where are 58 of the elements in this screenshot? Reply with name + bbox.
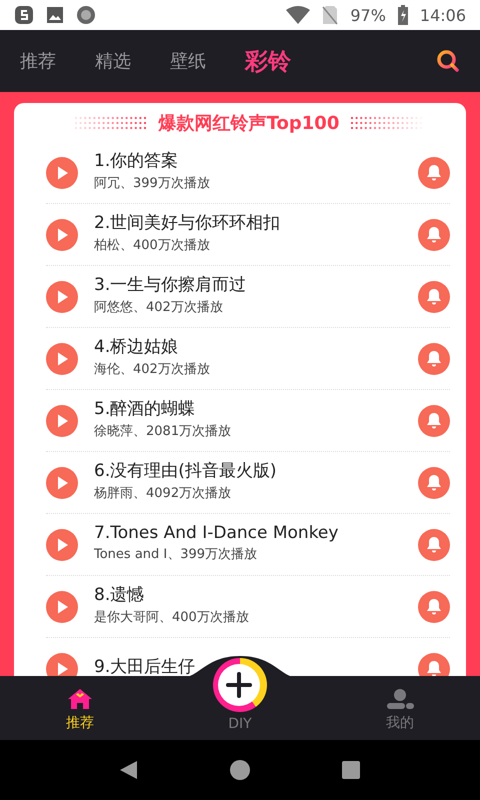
song-artist-plays: 阿悠悠、402万次播放 [94,299,223,316]
song-artist-plays: 是你大哥阿、400万次播放 [94,609,249,626]
play-button[interactable] [46,218,78,250]
battery-icon [398,5,408,25]
plus-icon [217,662,263,708]
nav-tab[interactable]: 我的 [360,688,440,732]
song-artist-plays: 杨胖雨、4092万次播放 [94,485,232,502]
play-button[interactable] [46,652,78,676]
song-artist-plays: 阿冗、399万次播放 [94,175,210,192]
song-artist-plays: 徐晓萍、2081万次播放 [94,423,232,440]
bell-button[interactable] [418,528,450,560]
song-artist-plays: 海伦、402万次播放 [94,361,210,378]
person-icon [385,688,415,710]
nav-tab[interactable]: 推荐 [40,688,120,732]
play-button[interactable] [46,528,78,560]
bell-button[interactable] [418,156,450,188]
song-title: 7.Tones And I-Dance Monkey [94,522,338,542]
bell-button[interactable] [418,590,450,622]
play-button[interactable] [46,466,78,498]
song-title: 1.你的答案 [94,150,178,172]
song-title: 8.遗憾 [94,584,144,606]
play-button[interactable] [46,590,78,622]
recents-icon[interactable] [341,760,361,780]
wifi-icon [286,6,310,24]
battery-percent: 97% [350,6,386,24]
search-icon[interactable] [436,49,460,73]
bell-button[interactable] [418,280,450,312]
song-title: 2.世间美好与你环环相扣 [94,212,280,234]
play-button[interactable] [46,404,78,436]
bell-button[interactable] [418,404,450,436]
home-icon[interactable] [229,759,251,781]
category-tab[interactable]: 彩铃 [245,46,291,76]
bell-button[interactable] [418,342,450,374]
play-button[interactable] [46,156,78,188]
song-title: 6.没有理由(抖音最火版) [94,460,276,482]
song-title: 5.醉酒的蝴蝶 [94,398,196,420]
bell-button[interactable] [418,466,450,498]
category-tab[interactable]: 壁纸 [170,49,206,73]
song-title: 4.桥边姑娘 [94,336,178,358]
clock-time: 14:06 [420,6,466,24]
bell-button[interactable] [418,218,450,250]
song-artist-plays: 柏松、400万次播放 [94,237,210,254]
app-logo-icon [14,5,34,25]
play-button[interactable] [46,342,78,374]
category-tab[interactable]: 精选 [95,49,131,73]
list-title: 爆款网红铃声Top100 [158,112,340,134]
nav-tab[interactable]: DIY [200,658,280,732]
image-icon [46,6,64,24]
song-title: 9.大田后生仔 [94,656,196,676]
house-icon [66,688,94,710]
play-button[interactable] [46,280,78,312]
record-icon [76,5,96,25]
no-sim-icon [322,5,338,25]
back-icon[interactable] [119,760,139,780]
category-tab[interactable]: 推荐 [20,49,56,73]
song-artist-plays: Tones and I、399万次播放 [94,546,258,562]
dots-ornament-icon [72,116,149,130]
song-title: 3.一生与你擦肩而过 [94,274,246,296]
